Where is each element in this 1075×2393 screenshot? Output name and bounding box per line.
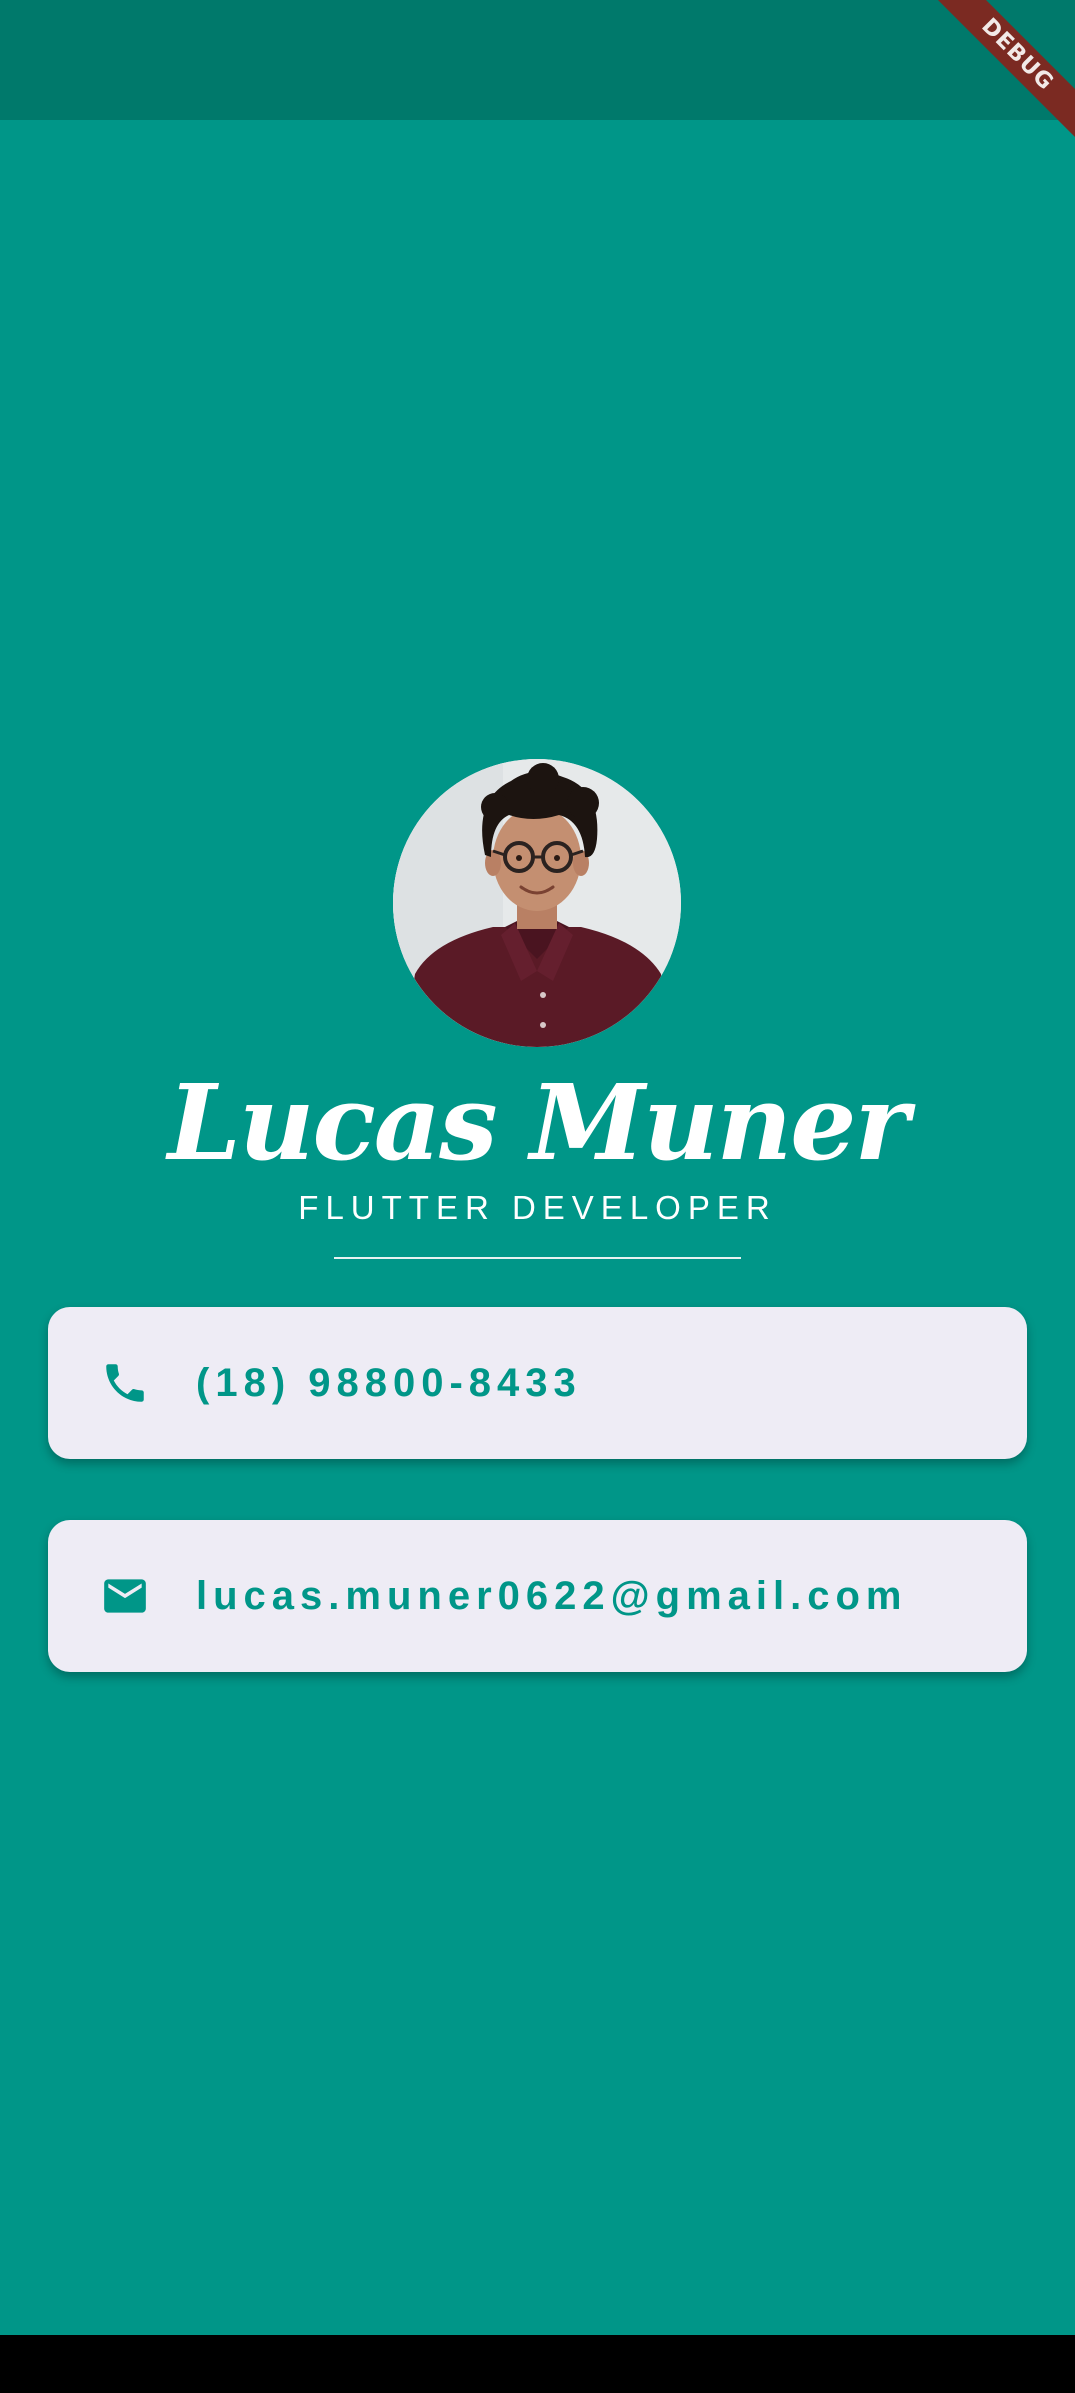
- divider: [334, 1257, 741, 1259]
- profile-name: Lucas Muner: [167, 1061, 910, 1184]
- phone-card[interactable]: (18) 98800-8433: [48, 1307, 1027, 1459]
- profile-avatar: [393, 759, 681, 1047]
- phone-number: (18) 98800-8433: [196, 1361, 582, 1405]
- debug-banner-label: DEBUG: [925, 0, 1075, 150]
- profile-photo: [393, 759, 681, 1047]
- system-nav-bar: [0, 2335, 1075, 2393]
- phone-icon: [106, 1364, 144, 1402]
- mail-icon: [104, 1579, 146, 1613]
- debug-banner: DEBUG: [925, 0, 1075, 150]
- email-card[interactable]: lucas.muner0622@gmail.com: [48, 1520, 1027, 1672]
- status-bar: [0, 0, 1075, 120]
- profile-role: FLUTTER DEVELOPER: [298, 1189, 777, 1226]
- email-address: lucas.muner0622@gmail.com: [196, 1574, 908, 1618]
